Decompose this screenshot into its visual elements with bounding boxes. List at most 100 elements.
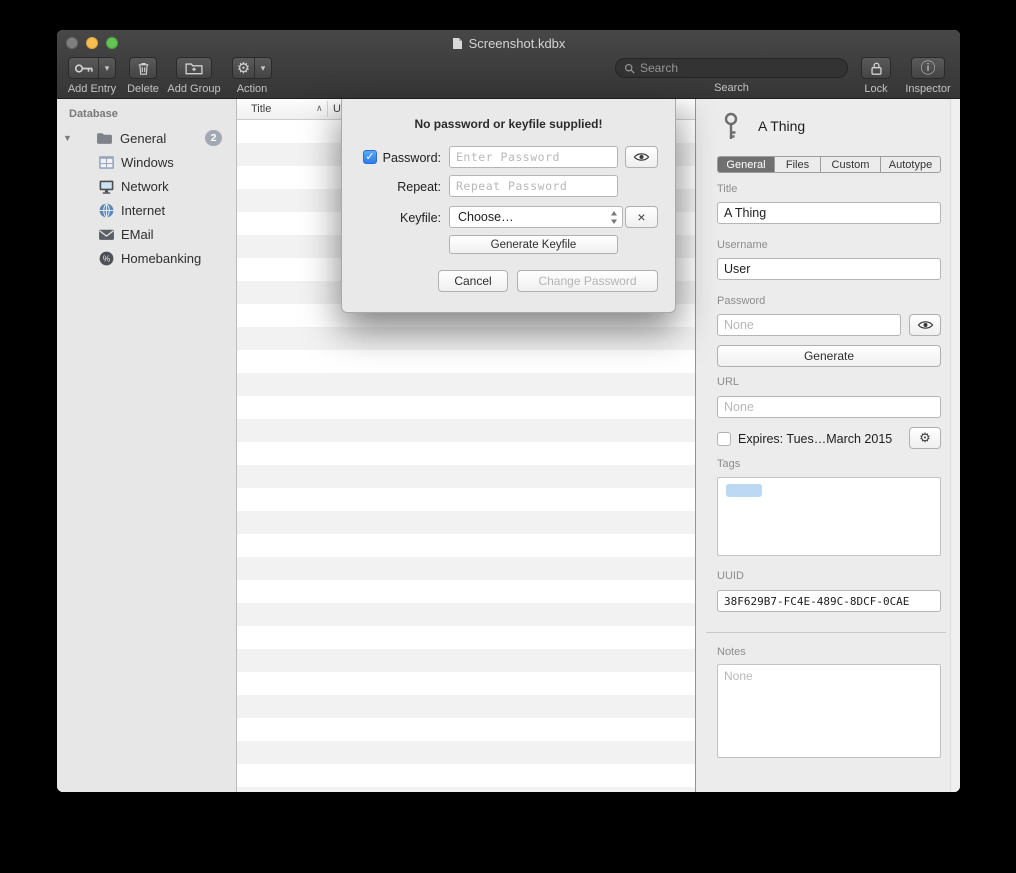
disclosure-triangle-icon[interactable]: ▼ (63, 133, 72, 143)
repeat-label: Repeat: (371, 180, 441, 194)
trash-icon (137, 61, 150, 76)
desktop-background: Screenshot.kdbx ▾ Add Entry Del (0, 0, 1016, 873)
keyfile-dropdown[interactable]: Choose… (449, 206, 623, 228)
windows-icon (98, 154, 115, 171)
title-field[interactable] (717, 202, 941, 224)
title-field-label: Title (717, 183, 737, 195)
document-icon (452, 37, 463, 50)
toolbar-item-lock: Lock (854, 57, 898, 95)
clear-keyfile-button[interactable]: × (625, 206, 658, 228)
inspector-label: Inspector (902, 83, 954, 95)
uuid-field-label: UUID (717, 570, 744, 582)
username-field-label: Username (717, 239, 768, 251)
add-entry-label: Add Entry (63, 83, 121, 95)
url-field-label: URL (717, 376, 739, 388)
expires-checkbox[interactable] (717, 432, 731, 446)
sidebar-item-label: Internet (121, 203, 165, 218)
sidebar-item-label: Network (121, 179, 169, 194)
add-entry-button[interactable]: ▾ (68, 57, 116, 79)
tab-general[interactable]: General (718, 157, 774, 172)
password-label: Password: (371, 151, 441, 165)
url-field[interactable] (717, 396, 941, 418)
chevron-down-icon[interactable]: ▾ (98, 58, 115, 78)
sidebar-group-general[interactable]: ▼ General 2 (57, 126, 236, 150)
tab-custom[interactable]: Custom (820, 157, 880, 172)
add-group-label: Add Group (163, 83, 225, 95)
email-icon (98, 226, 115, 243)
inspector-tabs: General Files Custom Autotype (717, 156, 941, 173)
tags-field-label: Tags (717, 458, 740, 470)
toolbar-item-delete: Delete (123, 57, 163, 95)
repeat-password-input[interactable] (449, 175, 618, 197)
sidebar-header: Database (69, 108, 118, 120)
delete-label: Delete (123, 83, 163, 95)
tags-field[interactable] (717, 477, 941, 556)
change-password-button[interactable]: Change Password (517, 270, 658, 292)
delete-button[interactable] (129, 57, 157, 79)
sidebar-item-label: EMail (121, 227, 154, 242)
stepper-icon (610, 210, 618, 225)
sidebar-item-email[interactable]: EMail (57, 222, 236, 246)
generate-keyfile-button[interactable]: Generate Keyfile (449, 235, 618, 254)
action-label: Action (227, 83, 277, 95)
sidebar: Database ▼ General 2 Windows (57, 99, 237, 792)
uuid-field[interactable] (717, 590, 941, 612)
toolbar-item-action: ⚙ ▾ Action (227, 57, 277, 95)
change-password-dialog: No password or keyfile supplied! ✓ Passw… (341, 99, 676, 313)
username-field[interactable] (717, 258, 941, 280)
action-button[interactable]: ⚙ ▾ (232, 57, 272, 79)
key-icon (69, 58, 98, 78)
inspector-button[interactable]: ⓘ (911, 57, 945, 79)
lock-button[interactable] (861, 57, 891, 79)
sidebar-item-label: Windows (121, 155, 174, 170)
toolbar-item-add-group: Add Group (163, 57, 225, 95)
sidebar-item-windows[interactable]: Windows (57, 150, 236, 174)
macpass-window: Screenshot.kdbx ▾ Add Entry Del (57, 30, 960, 792)
folder-icon (96, 130, 113, 147)
tag-chip[interactable] (726, 484, 762, 497)
tab-files[interactable]: Files (774, 157, 820, 172)
close-icon: × (637, 209, 645, 225)
cancel-button[interactable]: Cancel (438, 270, 508, 292)
notes-field-label: Notes (717, 646, 746, 658)
toolbar-item-add-entry: ▾ Add Entry (63, 57, 121, 95)
entry-count-badge: 2 (205, 130, 222, 146)
network-icon (98, 178, 115, 195)
chevron-down-icon[interactable]: ▾ (254, 58, 271, 78)
eye-icon (917, 320, 934, 330)
toolbar-item-inspector: ⓘ Inspector (902, 57, 954, 95)
content-area: Database ▼ General 2 Windows (57, 99, 960, 792)
globe-icon (98, 202, 115, 219)
sidebar-group-label: General (120, 131, 166, 146)
inspector-panel: A Thing General Files Custom Autotype Ti… (695, 99, 960, 792)
eye-icon (633, 152, 650, 162)
expires-label: Expires: Tues…March 2015 (738, 432, 892, 446)
keyfile-label: Keyfile: (371, 211, 441, 225)
search-field[interactable] (615, 58, 848, 78)
add-group-button[interactable] (176, 57, 212, 79)
titlebar: Screenshot.kdbx (57, 35, 960, 51)
lock-label: Lock (854, 83, 898, 95)
reveal-password-button[interactable] (625, 146, 658, 168)
sidebar-item-label: Homebanking (121, 251, 201, 266)
column-divider[interactable] (327, 101, 328, 117)
reveal-password-button[interactable] (909, 314, 941, 336)
toolbar-item-search: Search (615, 57, 848, 94)
tab-autotype[interactable]: Autotype (880, 157, 940, 172)
column-header-title[interactable]: Title (251, 103, 271, 115)
sidebar-item-network[interactable]: Network (57, 174, 236, 198)
column-header-username[interactable]: U (333, 103, 341, 115)
generate-password-button[interactable]: Generate (717, 345, 941, 367)
sort-ascending-icon: ∧ (316, 103, 323, 114)
search-input[interactable] (640, 61, 839, 75)
lock-icon (870, 61, 883, 76)
expires-settings-button[interactable]: ⚙ (909, 427, 941, 449)
dialog-message: No password or keyfile supplied! (342, 117, 675, 131)
notes-field[interactable] (717, 664, 941, 758)
gear-icon: ⚙ (233, 58, 254, 78)
search-icon (624, 63, 635, 74)
enter-password-input[interactable] (449, 146, 618, 168)
sidebar-item-homebanking[interactable]: % Homebanking (57, 246, 236, 270)
password-field[interactable] (717, 314, 901, 336)
sidebar-item-internet[interactable]: Internet (57, 198, 236, 222)
